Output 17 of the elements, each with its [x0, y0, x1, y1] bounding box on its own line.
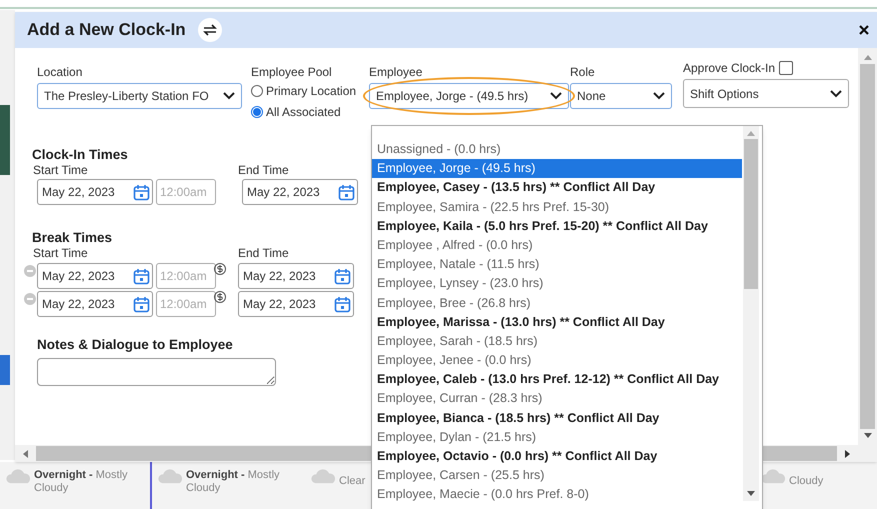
forecast-text: Overnight - Mostly Cloudy: [34, 469, 129, 495]
window-title: Add a New Clock-In: [27, 19, 186, 42]
field-label: Location: [37, 65, 84, 79]
field-label: Role: [570, 65, 596, 79]
forecast-text: Cloudy: [789, 474, 824, 488]
field-label: Employee Pool: [251, 65, 333, 79]
section-title: Break Times: [32, 230, 112, 246]
field-label: Employee: [369, 65, 424, 79]
field-label: End Time: [238, 246, 289, 261]
forecast-text: Clear: [339, 474, 366, 488]
forecast-text: Overnight - Mostly Cloudy: [186, 469, 281, 495]
section-title: Notes & Dialogue to Employee: [37, 337, 233, 353]
field-label: End Time: [238, 163, 289, 178]
field-label: Start Time: [33, 246, 89, 261]
field-label: Start Time: [33, 163, 89, 178]
field-label: Approve Clock-In: [683, 61, 776, 75]
section-title: Clock-In Times: [32, 147, 128, 163]
